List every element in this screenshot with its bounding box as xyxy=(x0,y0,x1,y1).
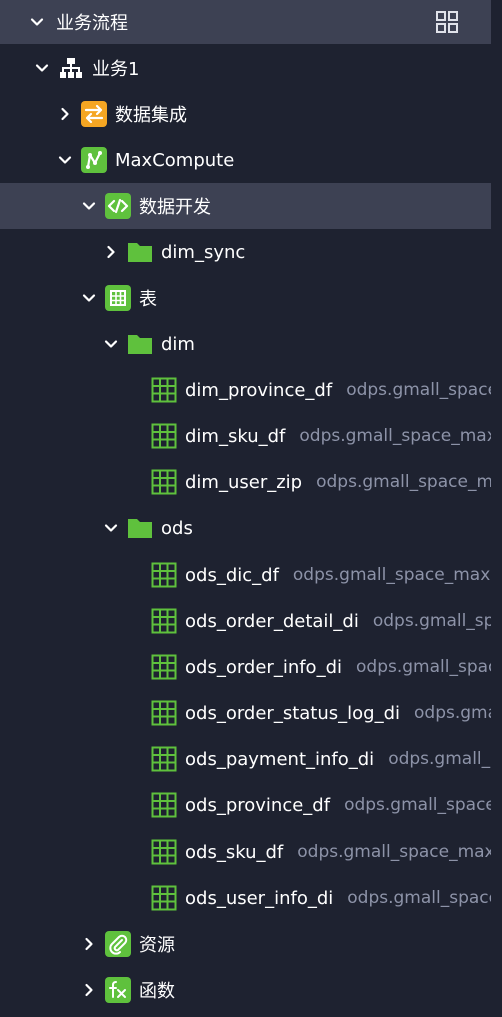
chevron-right-icon[interactable] xyxy=(56,105,74,123)
table-row[interactable]: dim_user_zip odps.gmall_space_m xyxy=(0,459,491,505)
table-icon xyxy=(151,885,177,911)
maxcompute-icon xyxy=(81,147,107,173)
tree-node-data-development[interactable]: 数据开发 xyxy=(0,183,491,229)
table-path: odps.gmall_space xyxy=(344,795,491,815)
chevron-down-icon[interactable] xyxy=(33,59,51,77)
table-row[interactable]: ods_province_df odps.gmall_space xyxy=(0,782,491,828)
table-name: ods_order_status_log_di xyxy=(185,702,400,724)
table-icon xyxy=(151,469,177,495)
chevron-down-icon[interactable] xyxy=(80,197,98,215)
table-icon xyxy=(151,608,177,634)
workflow-header[interactable]: 业务流程 xyxy=(0,0,491,44)
table-icon xyxy=(151,746,177,772)
folder-icon xyxy=(127,239,153,265)
table-row[interactable]: ods_order_info_di odps.gmall_spac xyxy=(0,644,491,690)
table-row[interactable]: ods_user_info_di odps.gmall_space xyxy=(0,875,491,921)
table-name: dim_province_df xyxy=(185,379,333,401)
table-path: odps.gmall_space xyxy=(347,888,491,908)
table-path: odps.gmall_space_max xyxy=(292,565,491,585)
swap-arrows-icon xyxy=(81,101,107,127)
workflow-tree: 业务流程 业务1 数据集成 MaxCompute 数据开发 dim_sync 表… xyxy=(0,0,502,1017)
table-name: ods_order_info_di xyxy=(185,656,342,678)
table-row[interactable]: ods_order_status_log_di odps.gma xyxy=(0,690,491,736)
table-name: dim_sku_df xyxy=(185,425,286,447)
tree-node-resources[interactable]: 资源 xyxy=(0,921,491,967)
resources-label: 资源 xyxy=(139,935,175,956)
table-row[interactable]: ods_dic_df odps.gmall_space_max xyxy=(0,552,491,598)
folder-icon xyxy=(127,331,153,357)
tree-node-tables[interactable]: 表 xyxy=(0,275,491,321)
data-development-label: 数据开发 xyxy=(139,197,211,218)
table-name: ods_dic_df xyxy=(185,564,279,586)
table-path: odps.gmall_space xyxy=(346,380,491,400)
tree-node-dim-sync[interactable]: dim_sync xyxy=(0,229,491,275)
table-icon xyxy=(151,423,177,449)
table-path: odps.gmall_space_max xyxy=(299,426,491,446)
table-icon xyxy=(151,377,177,403)
table-row[interactable]: dim_sku_df odps.gmall_space_max xyxy=(0,413,491,459)
table-name: dim_user_zip xyxy=(185,471,303,493)
sitemap-icon xyxy=(58,55,84,81)
table-name: ods_sku_df xyxy=(185,841,284,863)
chevron-down-icon[interactable] xyxy=(80,289,98,307)
tree-node-functions[interactable]: 函数 xyxy=(0,967,491,1013)
business-label: 业务1 xyxy=(92,59,140,80)
table-icon xyxy=(151,562,177,588)
table-icon xyxy=(151,839,177,865)
chevron-down-icon[interactable] xyxy=(102,335,120,353)
table-icon xyxy=(151,792,177,818)
workflow-title: 业务流程 xyxy=(56,13,128,34)
tree-node-dim-folder[interactable]: dim xyxy=(0,321,491,367)
functions-label: 函数 xyxy=(139,981,175,1002)
ods-folder-label: ods xyxy=(161,517,193,539)
tree-node-ods-folder[interactable]: ods xyxy=(0,505,491,551)
table-name: ods_payment_info_di xyxy=(185,748,375,770)
code-icon xyxy=(105,193,131,219)
chevron-right-icon[interactable] xyxy=(102,243,120,261)
table-row[interactable]: ods_payment_info_di odps.gmall_s xyxy=(0,736,491,782)
table-icon xyxy=(151,700,177,726)
scrollbar-track[interactable] xyxy=(491,0,502,1017)
table-path: odps.gmall_s xyxy=(388,749,491,769)
data-integration-label: 数据集成 xyxy=(115,105,187,126)
table-name: ods_order_detail_di xyxy=(185,610,359,632)
tables-label: 表 xyxy=(139,289,157,310)
tree-node-data-integration[interactable]: 数据集成 xyxy=(0,91,491,137)
table-path: odps.gma xyxy=(414,703,491,723)
table-path: odps.gmall_space_m xyxy=(316,472,491,492)
table-row[interactable]: ods_order_detail_di odps.gmall_sp xyxy=(0,598,491,644)
table-icon xyxy=(105,285,131,311)
table-path: odps.gmall_spac xyxy=(356,657,491,677)
grid-layout-icon[interactable] xyxy=(435,10,459,34)
dim-sync-label: dim_sync xyxy=(161,241,246,263)
table-row[interactable]: dim_province_df odps.gmall_space xyxy=(0,367,491,413)
chevron-down-icon[interactable] xyxy=(102,519,120,537)
fx-icon xyxy=(105,977,131,1003)
chevron-right-icon[interactable] xyxy=(80,935,98,953)
maxcompute-label: MaxCompute xyxy=(115,149,235,171)
tree-node-maxcompute[interactable]: MaxCompute xyxy=(0,137,491,183)
tree-node-business[interactable]: 业务1 xyxy=(0,45,491,91)
chevron-down-icon[interactable] xyxy=(28,13,46,31)
dim-folder-label: dim xyxy=(161,333,195,355)
table-path: odps.gmall_sp xyxy=(372,611,491,631)
table-icon xyxy=(151,654,177,680)
table-name: ods_user_info_di xyxy=(185,887,334,909)
chevron-down-icon[interactable] xyxy=(56,151,74,169)
table-row[interactable]: ods_sku_df odps.gmall_space_max xyxy=(0,829,491,875)
chevron-right-icon[interactable] xyxy=(80,981,98,999)
folder-icon xyxy=(127,515,153,541)
table-name: ods_province_df xyxy=(185,794,331,816)
paperclip-icon xyxy=(105,931,131,957)
table-path: odps.gmall_space_max xyxy=(297,842,491,862)
